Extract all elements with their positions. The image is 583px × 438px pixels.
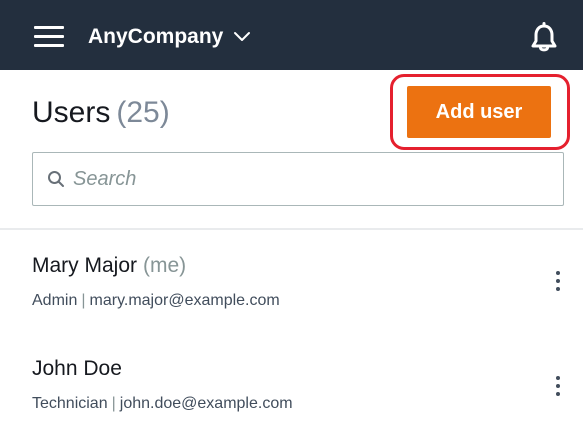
user-role: Technician bbox=[32, 395, 108, 412]
user-email: mary.major@example.com bbox=[89, 292, 280, 309]
chevron-down-icon bbox=[234, 32, 251, 41]
search-input[interactable] bbox=[73, 167, 553, 191]
user-details: Admin | mary.major@example.com bbox=[32, 292, 280, 310]
company-selector[interactable]: AnyCompany bbox=[88, 22, 251, 52]
user-list-item[interactable]: John Doe Technician | john.doe@example.com bbox=[0, 335, 583, 435]
add-user-button[interactable]: Add user bbox=[407, 86, 551, 138]
user-email: john.doe@example.com bbox=[119, 395, 293, 412]
more-vertical-icon[interactable] bbox=[548, 266, 568, 296]
bell-icon[interactable] bbox=[528, 22, 560, 54]
user-name: Mary Major (me) bbox=[32, 254, 186, 278]
more-vertical-icon[interactable] bbox=[548, 371, 568, 401]
top-navigation-bar: AnyCompany bbox=[0, 0, 583, 70]
user-details: Technician | john.doe@example.com bbox=[32, 395, 293, 413]
user-role: Admin bbox=[32, 292, 78, 309]
separator: | bbox=[111, 395, 116, 412]
user-name-text: John Doe bbox=[32, 357, 122, 380]
page-title: Users (25) bbox=[32, 96, 170, 130]
user-list-item[interactable]: Mary Major (me) Admin | mary.major@example.… bbox=[0, 232, 583, 332]
search-icon bbox=[48, 171, 64, 187]
page-title-label: Users bbox=[32, 96, 111, 129]
search-box[interactable] bbox=[32, 152, 564, 206]
hamburger-menu-icon[interactable] bbox=[34, 26, 64, 48]
user-count: (25) bbox=[116, 96, 170, 129]
current-user-tag: (me) bbox=[143, 254, 187, 277]
user-name-text: Mary Major bbox=[32, 254, 138, 277]
company-name: AnyCompany bbox=[88, 25, 224, 48]
user-name: John Doe bbox=[32, 357, 122, 381]
separator: | bbox=[81, 292, 86, 309]
